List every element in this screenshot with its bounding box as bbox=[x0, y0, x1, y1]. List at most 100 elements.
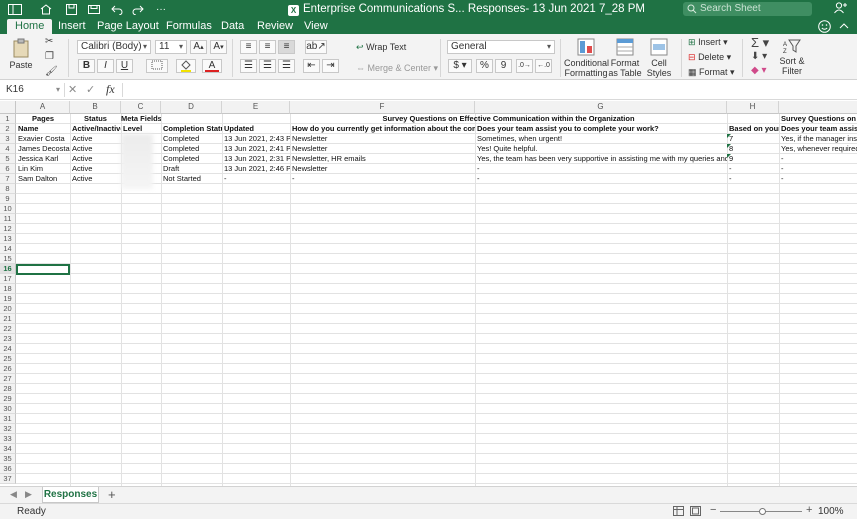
cell-b3[interactable]: Active bbox=[70, 134, 121, 144]
row-header[interactable]: 22 bbox=[0, 324, 16, 334]
next-sheet-arrow-icon[interactable]: ▶ bbox=[25, 489, 32, 500]
row-header[interactable]: 29 bbox=[0, 394, 16, 404]
tab-formulas[interactable]: Formulas bbox=[158, 19, 220, 34]
paste-button[interactable]: Paste bbox=[8, 38, 34, 70]
cell-a1[interactable]: Pages bbox=[16, 114, 70, 124]
cell-g3[interactable]: Sometimes, when urgent! bbox=[475, 134, 727, 144]
font-name-select[interactable]: Calibri (Body) ▾ bbox=[77, 40, 151, 54]
tab-view[interactable]: View bbox=[296, 19, 336, 34]
cell-f2[interactable]: How do you currently get information abo… bbox=[290, 124, 475, 134]
sort-filter-button[interactable]: AZ Sort & Filter bbox=[778, 38, 806, 76]
col-header-d[interactable]: D bbox=[161, 101, 222, 114]
cell-c7[interactable] bbox=[121, 174, 161, 184]
row-header[interactable]: 15 bbox=[0, 254, 16, 264]
cell-h7[interactable]: - bbox=[727, 174, 779, 184]
row-header[interactable]: 17 bbox=[0, 274, 16, 284]
spreadsheet-grid[interactable]: A B C D E F G H 1 2 3 4 5 6 7 8 9 10 11 12 13 14 15 16 1… bbox=[0, 101, 857, 486]
cell-f4[interactable]: Newsletter bbox=[290, 144, 475, 154]
row-header[interactable]: 12 bbox=[0, 224, 16, 234]
cell-i6[interactable]: - bbox=[779, 164, 857, 174]
cell-g7[interactable]: - bbox=[475, 174, 727, 184]
row-header[interactable]: 31 bbox=[0, 414, 16, 424]
sheet-tab-responses[interactable]: Responses bbox=[42, 487, 99, 503]
cell-e7[interactable]: - bbox=[222, 174, 290, 184]
increase-decimal-button[interactable]: .0→ bbox=[516, 59, 533, 73]
tab-data[interactable]: Data bbox=[213, 19, 252, 34]
cell-i3[interactable]: Yes, if the manager instru bbox=[779, 134, 857, 144]
col-header-a[interactable]: A bbox=[16, 101, 70, 114]
row-header[interactable]: 2 bbox=[0, 124, 16, 134]
tab-review[interactable]: Review bbox=[249, 19, 301, 34]
row-header[interactable]: 35 bbox=[0, 454, 16, 464]
align-bottom-button[interactable]: ≡ bbox=[278, 40, 295, 54]
format-painter-icon[interactable]: 🖌 bbox=[45, 66, 58, 77]
more-icon[interactable]: ··· bbox=[156, 3, 166, 16]
cell-e2[interactable]: Updated bbox=[222, 124, 290, 134]
row-header[interactable]: 13 bbox=[0, 234, 16, 244]
orientation-button[interactable]: ab↗ bbox=[305, 40, 327, 54]
delete-cells-button[interactable]: ⊟ Delete ▾ bbox=[688, 52, 731, 62]
cell-b5[interactable]: Active bbox=[70, 154, 121, 164]
prev-sheet-arrow-icon[interactable]: ◀ bbox=[10, 489, 17, 500]
cell-c1[interactable]: Meta Fields bbox=[121, 114, 161, 124]
select-all-corner[interactable] bbox=[0, 101, 16, 114]
cell-a7[interactable]: Sam Dalton bbox=[16, 174, 70, 184]
cell-e5[interactable]: 13 Jun 2021, 2:31 PM bbox=[222, 154, 290, 164]
cell-b4[interactable]: Active bbox=[70, 144, 121, 154]
autosum-icon[interactable]: Σ ▾ bbox=[751, 35, 769, 51]
add-sheet-icon[interactable]: + bbox=[108, 487, 116, 503]
cell-g4[interactable]: Yes! Quite helpful. bbox=[475, 144, 727, 154]
cell-b1[interactable]: Status bbox=[70, 114, 121, 124]
format-cells-button[interactable]: ▦ Format ▾ bbox=[688, 67, 735, 77]
cell-i4[interactable]: Yes, whenever required. bbox=[779, 144, 857, 154]
cell-c5[interactable] bbox=[121, 154, 161, 164]
cell-a6[interactable]: Lin Kim bbox=[16, 164, 70, 174]
selected-cell-k16[interactable] bbox=[16, 264, 70, 275]
cell-d4[interactable]: Completed bbox=[161, 144, 222, 154]
cell-e3[interactable]: 13 Jun 2021, 2:43 PM bbox=[222, 134, 290, 144]
cell-f1-merged-header[interactable]: Survey Questions on Effective Communicat… bbox=[290, 114, 727, 124]
row-header[interactable]: 3 bbox=[0, 134, 16, 144]
row-header[interactable]: 25 bbox=[0, 354, 16, 364]
cell-f3[interactable]: Newsletter bbox=[290, 134, 475, 144]
tab-page-layout[interactable]: Page Layout bbox=[89, 19, 167, 34]
conditional-formatting-button[interactable]: Conditional Formatting bbox=[564, 38, 609, 78]
row-header[interactable]: 30 bbox=[0, 404, 16, 414]
cell-g2[interactable]: Does your team assist you to complete yo… bbox=[475, 124, 727, 134]
percent-button[interactable]: % bbox=[476, 59, 493, 73]
copy-icon[interactable]: ❐ bbox=[45, 51, 54, 62]
row-header[interactable]: 37 bbox=[0, 474, 16, 484]
cell-d5[interactable]: Completed bbox=[161, 154, 222, 164]
cell-i2[interactable]: Does your team assist you bbox=[779, 124, 857, 134]
row-header[interactable]: 21 bbox=[0, 314, 16, 324]
cell-styles-button[interactable]: Cell Styles bbox=[644, 38, 674, 78]
row-header[interactable]: 4 bbox=[0, 144, 16, 154]
cell-c6[interactable] bbox=[121, 164, 161, 174]
row-header[interactable]: 7 bbox=[0, 174, 16, 184]
row-header[interactable]: 8 bbox=[0, 184, 16, 194]
row-header[interactable]: 6 bbox=[0, 164, 16, 174]
cell-h6[interactable]: - bbox=[727, 164, 779, 174]
clear-eraser-icon[interactable]: ◆ ▾ bbox=[751, 65, 767, 76]
col-header-h[interactable]: H bbox=[727, 101, 779, 114]
cell-i7[interactable]: - bbox=[779, 174, 857, 184]
tab-home[interactable]: Home bbox=[7, 19, 53, 34]
save-icon[interactable] bbox=[66, 3, 77, 16]
fill-down-icon[interactable]: ⬇ ▾ bbox=[751, 51, 767, 62]
currency-button[interactable]: $ ▾ bbox=[448, 59, 472, 73]
name-box[interactable]: K16 bbox=[3, 83, 55, 97]
row-header[interactable]: 1 bbox=[0, 114, 16, 124]
zoom-in-icon[interactable]: + bbox=[806, 504, 812, 516]
col-header-c[interactable]: C bbox=[121, 101, 161, 114]
insert-cells-button[interactable]: ⊞ Insert ▾ bbox=[688, 37, 728, 47]
row-header[interactable]: 26 bbox=[0, 364, 16, 374]
row-header[interactable]: 33 bbox=[0, 434, 16, 444]
cell-b6[interactable]: Active bbox=[70, 164, 121, 174]
cell-a3[interactable]: Exavier Costa bbox=[16, 134, 70, 144]
borders-button[interactable] bbox=[146, 59, 168, 73]
row-header[interactable]: 10 bbox=[0, 204, 16, 214]
enter-check-icon[interactable]: ✓ bbox=[86, 83, 95, 96]
cell-i1[interactable]: Survey Questions on Con bbox=[779, 114, 857, 124]
bold-button[interactable]: B bbox=[78, 59, 95, 73]
cell-g5[interactable]: Yes, the team has been very supportive i… bbox=[475, 154, 727, 164]
